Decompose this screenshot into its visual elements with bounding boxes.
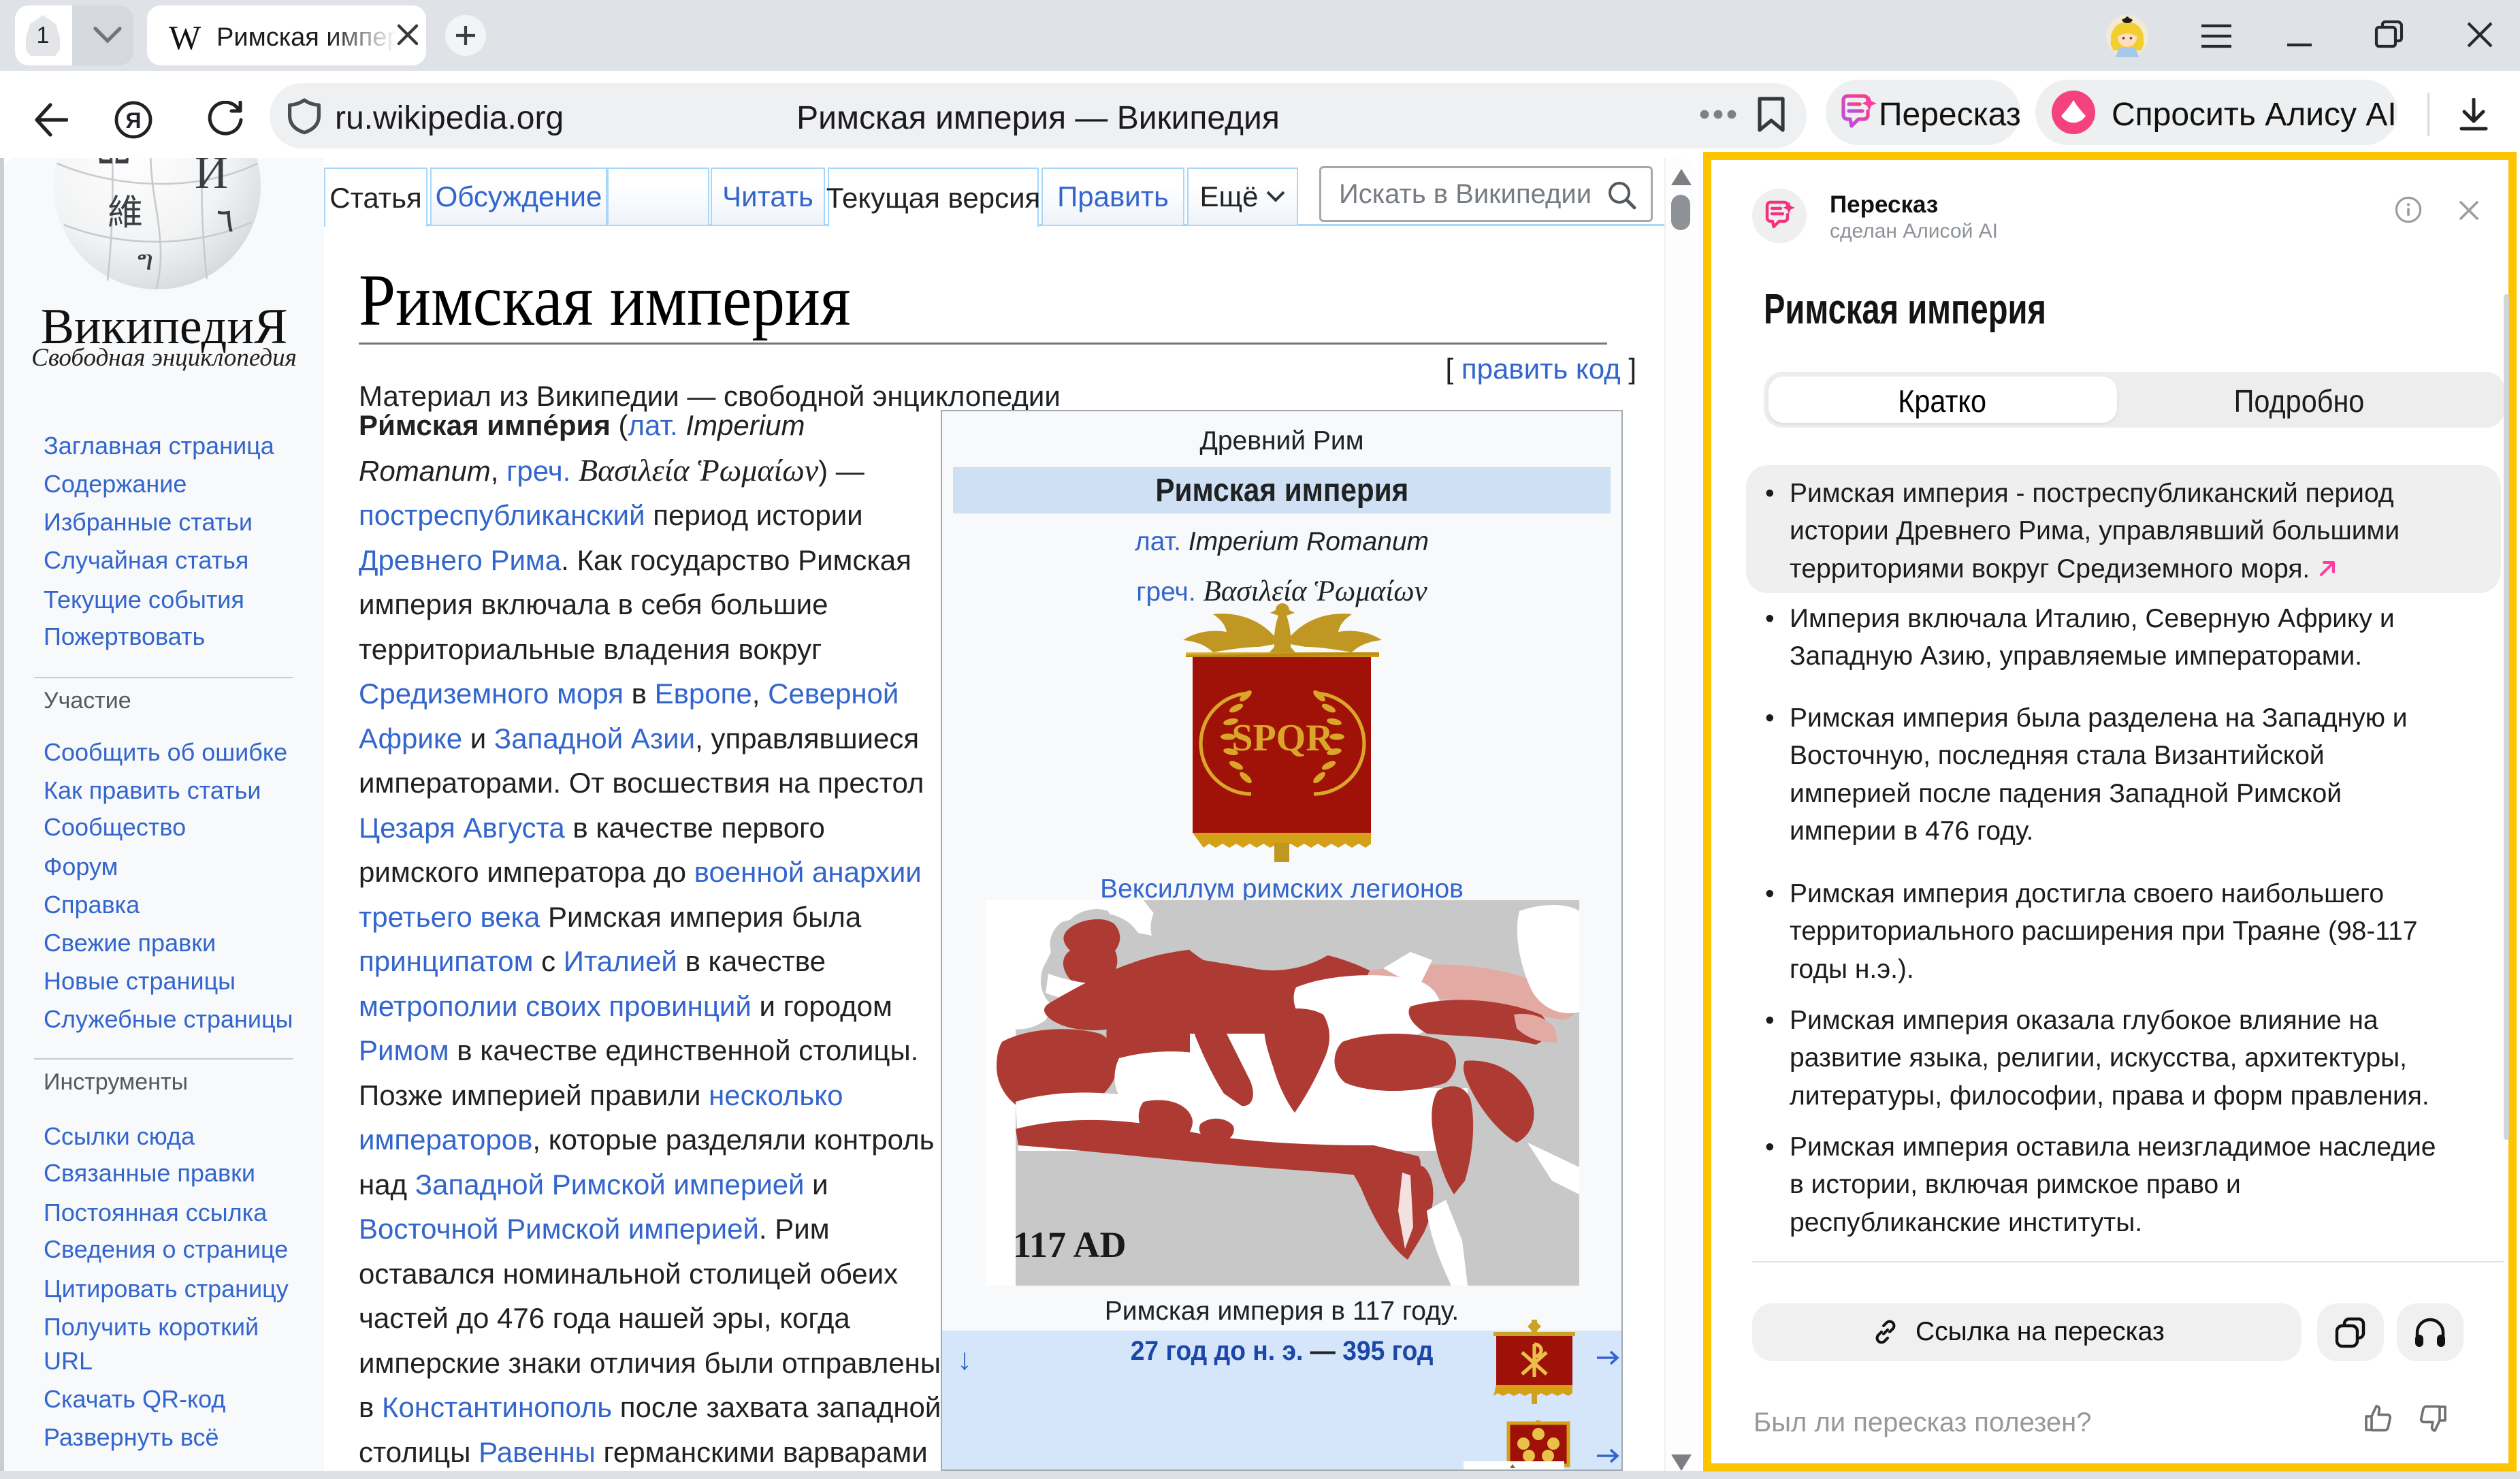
svg-text:SPQR: SPQR	[1231, 717, 1334, 759]
svg-text:Ω: Ω	[97, 158, 131, 174]
svg-text:ግ: ግ	[138, 245, 153, 276]
svg-text:٦: ٦	[216, 203, 234, 239]
svg-text:Я: Я	[126, 108, 142, 133]
svg-text:117 AD: 117 AD	[1013, 1224, 1127, 1265]
svg-text:И: И	[195, 158, 228, 198]
svg-text:維: 維	[108, 194, 143, 233]
